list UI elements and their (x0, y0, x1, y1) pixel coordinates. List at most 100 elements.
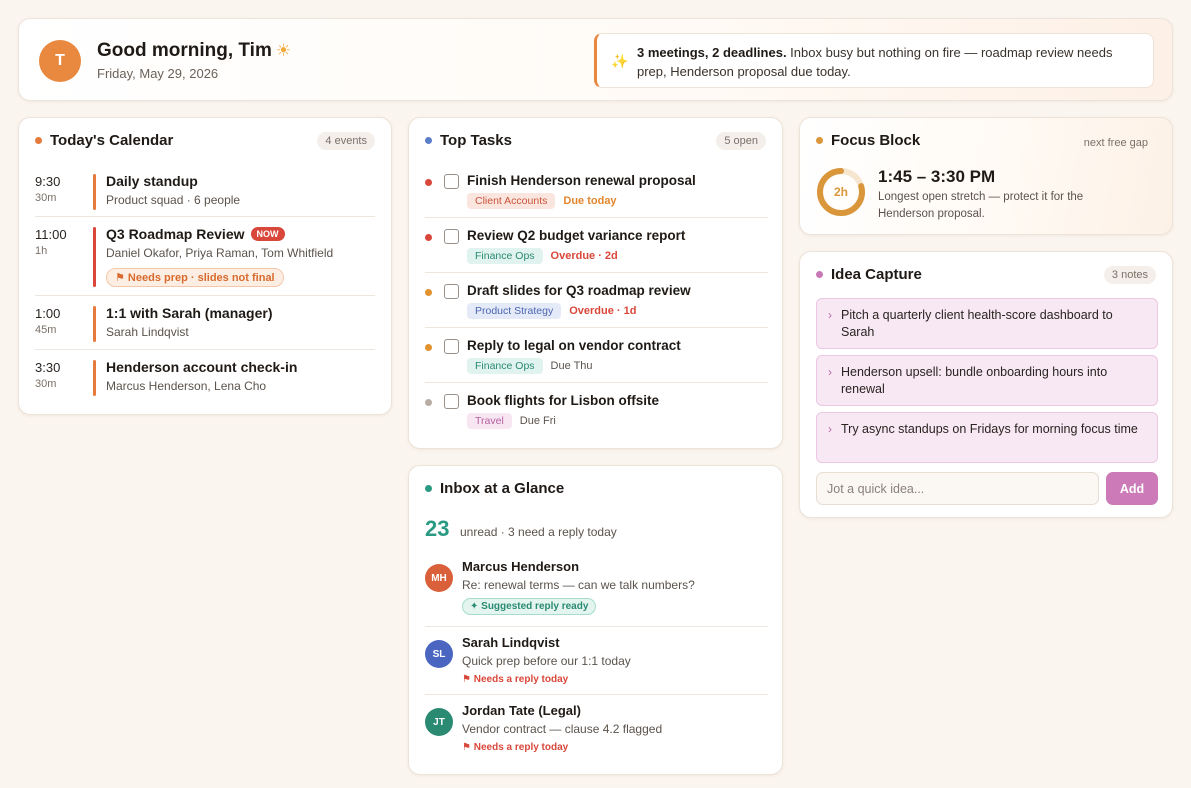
task-tag: Travel (467, 413, 512, 429)
task-due: Overdue · 1d (569, 305, 637, 317)
next-free-gap-label: next free gap (1083, 137, 1148, 149)
priority-dot-icon (425, 179, 432, 186)
add-idea-button[interactable]: Add (1106, 472, 1158, 505)
task-meta: Finance Ops Due Thu (467, 358, 593, 374)
task-meta: Client Accounts Due today (467, 193, 617, 209)
sun-icon: ☀ (275, 41, 292, 60)
event-attendees: Daniel Okafor, Priya Raman, Tom Whitfiel… (106, 246, 334, 260)
event-title: 1:1 with Sarah (manager) (106, 305, 273, 321)
event-title: Q3 Roadmap Review NOW (106, 226, 285, 242)
calendar-event[interactable]: 11:00 1h Q3 Roadmap Review NOW Daniel Oka… (35, 226, 375, 287)
focus-title: Focus Block (816, 132, 920, 149)
task-due: Overdue · 2d (550, 250, 618, 262)
needs-prep-badge: ⚑ Needs prep · slides not final (106, 268, 284, 287)
calendar-event-count: 4 events (317, 132, 375, 150)
task-tag: Client Accounts (467, 193, 556, 209)
unread-summary: unread · 3 need a reply today (460, 525, 617, 539)
task-item[interactable]: Finish Henderson renewal proposal Client … (425, 173, 768, 212)
task-checkbox[interactable] (444, 229, 459, 244)
tasks-open-count: 5 open (716, 132, 766, 150)
focus-time-range: 1:45 – 3:30 PM (878, 167, 996, 186)
task-title: Finish Henderson renewal proposal (467, 173, 696, 188)
event-bar (93, 306, 96, 342)
sender-name: Jordan Tate (Legal) (462, 703, 581, 718)
tasks-title-text: Top Tasks (440, 132, 512, 149)
task-due: Due Thu (550, 360, 593, 372)
ideas-title: Idea Capture (816, 266, 922, 283)
summary-highlight: 3 meetings, 2 deadlines. (637, 45, 787, 60)
calendar-event[interactable]: 9:30 30m Daily standup Product squad · 6… (35, 173, 375, 210)
task-meta: Product Strategy Overdue · 1d (467, 303, 636, 319)
focus-duration-label: 2h (833, 185, 848, 199)
idea-capture-card: Idea Capture 3 notes › Pitch a quarterly… (799, 251, 1173, 518)
ideas-dot-icon (816, 271, 823, 278)
greeting-title: Good morning, Tim ☀ (97, 40, 291, 62)
suggested-reply-badge[interactable]: ✦ Suggested reply ready (462, 598, 597, 615)
task-checkbox[interactable] (444, 284, 459, 299)
inbox-message[interactable]: SL Sarah Lindqvist Quick prep before our… (425, 635, 768, 685)
message-subject: Re: renewal terms — can we talk numbers? (462, 578, 695, 592)
task-checkbox[interactable] (444, 174, 459, 189)
event-attendees: Product squad · 6 people (106, 193, 241, 207)
event-title: Daily standup (106, 173, 198, 189)
focus-dot-icon (816, 137, 823, 144)
idea-note[interactable]: › Henderson upsell: bundle onboarding ho… (816, 355, 1158, 406)
event-time: 3:30 (35, 360, 61, 375)
sender-name: Sarah Lindqvist (462, 635, 560, 650)
event-attendees: Sarah Lindqvist (106, 325, 189, 339)
task-checkbox[interactable] (444, 394, 459, 409)
inbox-message[interactable]: JT Jordan Tate (Legal) Vendor contract —… (425, 703, 768, 753)
daily-summary: ✨ 3 meetings, 2 deadlines. Inbox busy bu… (594, 33, 1154, 88)
task-title: Reply to legal on vendor contract (467, 338, 681, 353)
idea-note[interactable]: › Try async standups on Fridays for morn… (816, 412, 1158, 463)
inbox-title: Inbox at a Glance (425, 480, 564, 497)
divider (425, 382, 768, 383)
priority-dot-icon (425, 289, 432, 296)
greeting-text: Good morning, Tim (97, 40, 272, 61)
sparkle-icon: ✨ (611, 53, 629, 69)
calendar-event[interactable]: 3:30 30m Henderson account check-in Marc… (35, 359, 375, 396)
idea-text: Henderson upsell: bundle onboarding hour… (841, 365, 1108, 396)
divider (425, 327, 768, 328)
task-item[interactable]: Book flights for Lisbon offsite Travel Due… (425, 393, 768, 432)
task-tag: Finance Ops (467, 358, 543, 374)
inbox-message[interactable]: MH Marcus Henderson Re: renewal terms — … (425, 559, 768, 615)
divider (425, 217, 768, 218)
event-duration: 1h (35, 245, 48, 257)
divider (35, 216, 375, 217)
event-time: 9:30 (35, 174, 61, 189)
chevron-right-icon: › (828, 308, 832, 322)
event-title: Henderson account check-in (106, 359, 298, 375)
idea-note[interactable]: › Pitch a quarterly client health-score … (816, 298, 1158, 349)
task-item[interactable]: Reply to legal on vendor contract Finance… (425, 338, 768, 377)
chevron-right-icon: › (828, 365, 832, 379)
focus-description: Longest open stretch — protect it for th… (878, 191, 1084, 220)
divider (35, 349, 375, 350)
ideas-title-text: Idea Capture (831, 266, 922, 283)
task-tag: Finance Ops (467, 248, 543, 264)
task-item[interactable]: Review Q2 budget variance report Finance … (425, 228, 768, 267)
unread-count: 23 (425, 516, 450, 541)
sender-avatar: SL (425, 640, 453, 668)
task-checkbox[interactable] (444, 339, 459, 354)
tasks-title: Top Tasks (425, 132, 512, 149)
task-title: Draft slides for Q3 roadmap review (467, 283, 691, 298)
tasks-card: Top Tasks 5 open Finish Henderson renewa… (408, 117, 783, 449)
greeting-header: T Good morning, Tim ☀ Friday, May 29, 202… (18, 18, 1173, 101)
priority-dot-icon (425, 399, 432, 406)
event-duration: 30m (35, 192, 57, 204)
quick-idea-input[interactable] (816, 472, 1099, 505)
idea-text: Try async standups on Fridays for mornin… (841, 422, 1138, 436)
event-bar (93, 227, 96, 287)
divider (35, 295, 375, 296)
now-badge: NOW (250, 227, 285, 241)
current-date: Friday, May 29, 2026 (97, 66, 219, 81)
event-title-text: Q3 Roadmap Review (106, 226, 245, 242)
calendar-event[interactable]: 1:00 45m 1:1 with Sarah (manager) Sarah … (35, 305, 375, 342)
sender-avatar: JT (425, 708, 453, 736)
task-item[interactable]: Draft slides for Q3 roadmap review Produc… (425, 283, 768, 322)
task-title: Book flights for Lisbon offsite (467, 393, 659, 408)
inbox-dot-icon (425, 485, 432, 492)
inbox-title-text: Inbox at a Glance (440, 480, 565, 497)
avatar[interactable]: T (39, 40, 81, 82)
